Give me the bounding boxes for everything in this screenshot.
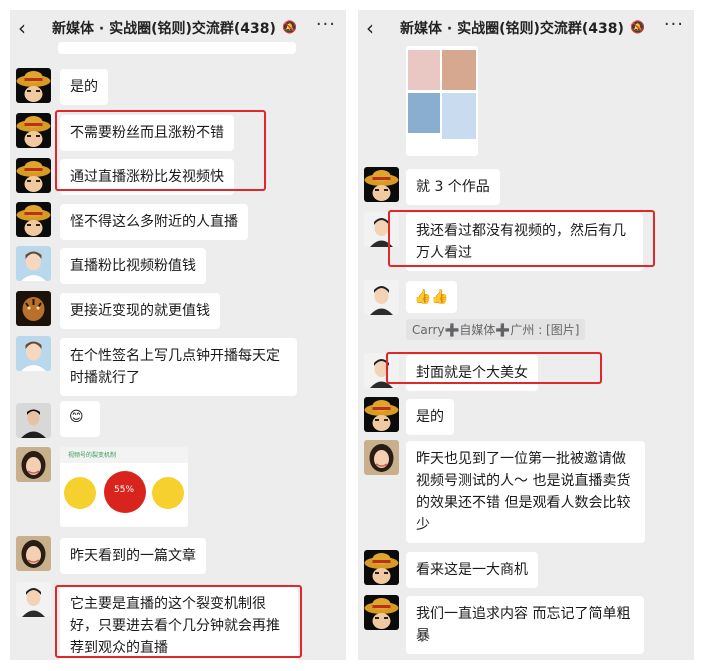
message-bubble: 怪不得这么多附近的人直播: [60, 204, 248, 240]
quoted-reply[interactable]: Carry➕自媒体➕广州 : [图片]: [406, 319, 586, 340]
avatar[interactable]: [16, 68, 51, 103]
highlight-box: [386, 352, 602, 384]
chat-title: 新媒体 · 实战圈(铭则)交流群(438): [52, 21, 276, 37]
more-options-icon[interactable]: ···: [664, 14, 684, 35]
thumbs-up-bubble: 👍👍: [406, 281, 457, 313]
message-bubble: [58, 42, 296, 54]
avatar[interactable]: [16, 582, 51, 617]
avatar[interactable]: [16, 336, 51, 371]
avatar[interactable]: [16, 42, 51, 56]
chat-title: 新媒体 · 实战圈(铭则)交流群(438): [400, 21, 624, 37]
avatar[interactable]: [16, 158, 51, 193]
message-bubble: 直播粉比视频粉值钱: [60, 248, 206, 284]
avatar[interactable]: [364, 397, 399, 432]
avatar[interactable]: [364, 42, 399, 56]
avatar[interactable]: [364, 440, 399, 475]
article-image[interactable]: 视频号的裂变机制 55%: [60, 447, 188, 527]
chart-circle-main: 55%: [104, 471, 146, 513]
highlight-box: [388, 210, 655, 267]
avatar[interactable]: [364, 280, 399, 315]
avatar[interactable]: [16, 291, 51, 326]
photo-tile: [442, 93, 476, 139]
message-bubble: 在个性签名上写几点钟开播每天定时播就行了: [60, 338, 297, 396]
mute-icon: 🔕: [630, 20, 645, 34]
highlight-box: [55, 110, 266, 191]
chart-circle: [152, 477, 184, 509]
message-bubble: 昨天看到的一篇文章: [60, 538, 206, 574]
avatar[interactable]: [364, 595, 399, 630]
avatar[interactable]: [364, 167, 399, 202]
message-bubble: 是的: [60, 69, 108, 105]
chat-panel-left: ‹ 新媒体 · 实战圈(铭则)交流群(438) 🔕 ··· 是的 不需要粉丝而且…: [10, 10, 346, 660]
avatar[interactable]: [16, 202, 51, 237]
percent-label: 55%: [114, 485, 135, 495]
mute-icon: 🔕: [282, 20, 297, 34]
chart-circle: [64, 477, 96, 509]
avatar[interactable]: [16, 113, 51, 148]
photo-tile: [442, 50, 476, 90]
avatar[interactable]: [16, 447, 51, 482]
chat-panel-right: ‹ 新媒体 · 实战圈(铭则)交流群(438) 🔕 ··· 就 3 个作品 我还…: [358, 10, 694, 660]
highlight-box: [55, 585, 302, 658]
message-bubble: 看来这是一大商机: [406, 552, 538, 588]
avatar[interactable]: [16, 536, 51, 571]
image-banner-text: 视频号的裂变机制: [68, 452, 117, 459]
image-banner: 视频号的裂变机制: [60, 447, 188, 463]
message-bubble: 昨天也见到了一位第一批被邀请做视频号测试的人～ 也是说直播卖货的效果还不错 但是…: [406, 441, 645, 543]
avatar[interactable]: [16, 246, 51, 281]
message-bubble: 更接近变现的就更值钱: [60, 293, 220, 329]
back-icon[interactable]: ‹: [18, 16, 26, 40]
chat-header: ‹ 新媒体 · 实战圈(铭则)交流群(438) 🔕 ···: [358, 10, 694, 46]
smile-emoji-bubble: 😊: [60, 401, 100, 437]
avatar[interactable]: [16, 403, 51, 438]
chat-header: ‹ 新媒体 · 实战圈(铭则)交流群(438) 🔕 ···: [10, 10, 346, 46]
photo-tile: [408, 93, 440, 133]
photo-tile: [408, 50, 440, 90]
avatar[interactable]: [364, 550, 399, 585]
message-bubble: 是的: [406, 399, 454, 435]
more-options-icon[interactable]: ···: [316, 14, 336, 35]
message-bubble: 就 3 个作品: [406, 169, 500, 205]
video-screenshot-image[interactable]: [406, 46, 478, 156]
back-icon[interactable]: ‹: [366, 16, 374, 40]
message-bubble: 我们一直追求内容 而忘记了简单粗暴: [406, 596, 644, 654]
